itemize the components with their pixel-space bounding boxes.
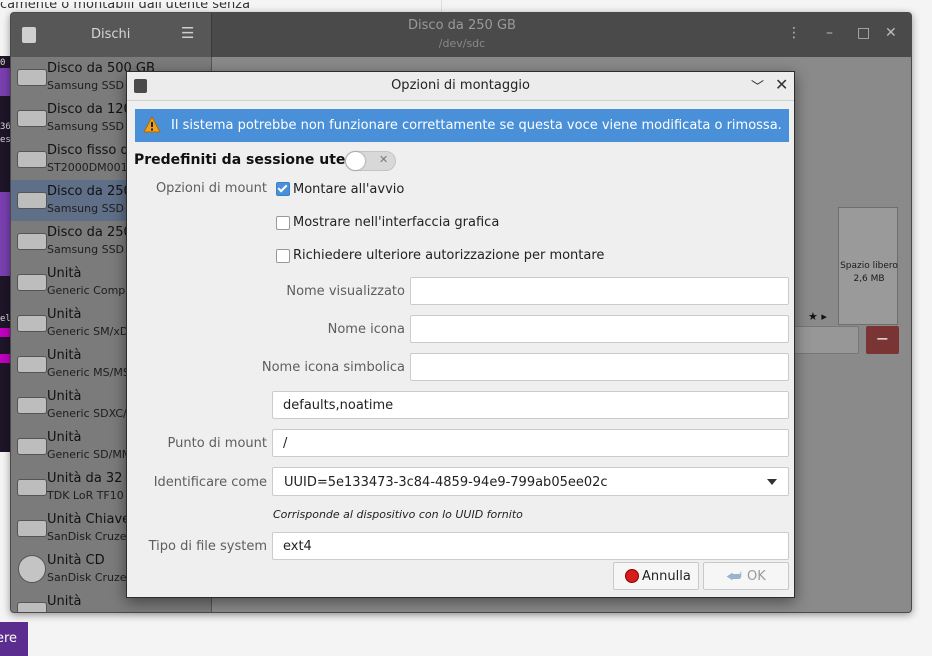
disk-model: Generic Compa [47, 284, 133, 297]
star-icon: ★ ▸ [808, 310, 827, 323]
session-defaults-switch[interactable]: ✕ [345, 151, 396, 171]
switch-off-icon: ✕ [379, 153, 389, 166]
free-space-label: Spazio libero [840, 261, 898, 271]
disk-name: Unità da 32 G [47, 471, 137, 486]
disk-model: Generic SD/MM [47, 448, 132, 461]
require-auth-checkbox[interactable] [276, 249, 290, 263]
disk-model: Generic SDXC/I [47, 407, 130, 420]
disk-name: Unità [47, 594, 82, 609]
disk-name: Unità [47, 266, 82, 281]
hard-disk-icon [17, 151, 47, 168]
warning-bar: Il sistema potrebbe non funzionare corre… [135, 109, 789, 142]
disk-name: Unità CD [47, 553, 105, 568]
hamburger-menu-icon[interactable]: ☰ [181, 24, 194, 42]
dropdown-arrow-icon [767, 479, 777, 485]
disk-device-path: /dev/sdc [438, 37, 486, 50]
disk-name: Disco da 250 [47, 184, 132, 199]
warning-text: Il sistema potrebbe non funzionare corre… [171, 118, 782, 133]
mount-options-label: Opzioni di mount [155, 181, 267, 196]
drive-icon [17, 438, 47, 455]
fs-type-label: Tipo di file system [148, 539, 267, 554]
disk-name: Unità [47, 307, 82, 322]
disk-model: Samsung SSD ... [47, 79, 139, 92]
symbolic-icon-label: Nome icona simbolica [261, 360, 405, 375]
disk-model: ST2000DM001- [47, 161, 132, 174]
drive-icon [17, 356, 47, 373]
background-button[interactable]: ere [0, 622, 28, 656]
disk-title: Disco da 250 GB [408, 18, 516, 33]
drive-icon [17, 315, 47, 332]
drive-icon [17, 602, 47, 612]
disk-name: Unità [47, 430, 82, 445]
dialog-title: Opzioni di montaggio [391, 78, 530, 93]
disk-name: Disco da 120 [47, 102, 132, 117]
disk-name: Unità [47, 348, 82, 363]
disk-model: Samsung SSD 8 [47, 243, 135, 256]
drive-icon [17, 397, 47, 414]
hard-disk-icon [17, 110, 47, 127]
cancel-button[interactable]: Annulla [613, 562, 699, 590]
usb-drive-icon [17, 520, 47, 537]
free-space-segment[interactable]: Spazio libero 2,6 MB [838, 207, 898, 325]
free-space-size: 2,6 MB [853, 274, 885, 284]
disk-model: SanDisk Cruzer [47, 530, 132, 543]
session-defaults-label: Predefiniti da sessione utente [134, 152, 372, 168]
remove-partition-button[interactable]: − [866, 326, 899, 354]
close-icon[interactable]: ✕ [885, 25, 897, 41]
drive-icon [17, 274, 47, 291]
dialog-titlebar: Opzioni di montaggio ﹀ ✕ [127, 72, 794, 101]
cancel-icon [625, 569, 639, 583]
mount-point-input[interactable] [272, 429, 789, 457]
warning-icon [143, 116, 161, 133]
display-name-input[interactable] [410, 277, 789, 305]
show-in-ui-label[interactable]: Mostrare nell'interfaccia grafica [293, 215, 499, 230]
close-icon[interactable]: ✕ [775, 75, 788, 94]
kebab-menu-icon[interactable]: ⋮ [787, 25, 801, 41]
ok-arrow-icon: ⮨ [726, 567, 742, 587]
sidebar-header: Dischi ☰ [11, 13, 212, 57]
sidebar-title: Dischi [91, 27, 131, 42]
hard-disk-icon [17, 192, 47, 209]
disks-app-icon [22, 27, 36, 43]
identify-hint: Corrisponde al dispositivo con lo UUID f… [273, 508, 523, 521]
identify-as-select[interactable]: UUID=5e133473-3c84-4859-94e9-799ab05ee02… [272, 467, 789, 496]
minimize-icon[interactable]: – [826, 25, 833, 41]
disk-model: Generic SM/xD [47, 325, 129, 338]
switch-knob [346, 152, 365, 170]
cancel-label: Annulla [642, 569, 691, 584]
symbolic-icon-input[interactable] [410, 353, 789, 381]
hard-disk-icon [17, 233, 47, 250]
mount-at-startup-label[interactable]: Montare all'avvio [293, 182, 404, 197]
identify-as-value: UUID=5e133473-3c84-4859-94e9-799ab05ee02… [284, 475, 608, 490]
show-in-ui-checkbox[interactable] [276, 216, 290, 230]
icon-name-input[interactable] [410, 315, 789, 343]
terminal-line: 0 [0, 58, 6, 68]
ok-button[interactable]: ⮨ OK [703, 562, 789, 590]
mount-at-startup-checkbox[interactable] [276, 182, 290, 196]
disk-model: TDK LoR TF10 [47, 489, 124, 502]
disk-name: Unità Chiave [47, 512, 131, 527]
disk-name: Unità [47, 389, 82, 404]
mount-options-dialog: Opzioni di montaggio ﹀ ✕ Il sistema potr… [126, 71, 795, 598]
disk-model: Generic MS/MS [47, 366, 130, 379]
drive-icon [17, 479, 47, 496]
disk-name: Disco da 250 [47, 225, 132, 240]
disk-model: Samsung SSD 8 [47, 202, 135, 215]
fs-type-input[interactable] [272, 532, 789, 560]
mount-point-label: Punto di mount [167, 436, 267, 451]
chevron-down-icon[interactable]: ﹀ [751, 76, 764, 95]
ok-label: OK [747, 569, 766, 584]
mount-options-input[interactable] [272, 391, 789, 419]
cd-icon [18, 555, 46, 583]
icon-name-label: Nome icona [327, 322, 405, 337]
disk-model: SanDisk Cruzer [47, 571, 132, 584]
volume-field [793, 326, 859, 354]
disk-name: Disco fisso da [47, 143, 137, 158]
require-auth-label[interactable]: Richiedere ulteriore autorizzazione per … [293, 248, 604, 263]
display-name-label: Nome visualizzato [286, 284, 405, 299]
hard-disk-icon [17, 69, 47, 86]
maximize-icon[interactable]: □ [857, 25, 870, 41]
disk-model: Samsung SSD 8 [47, 120, 135, 133]
identify-as-label: Identificare come [153, 475, 267, 490]
